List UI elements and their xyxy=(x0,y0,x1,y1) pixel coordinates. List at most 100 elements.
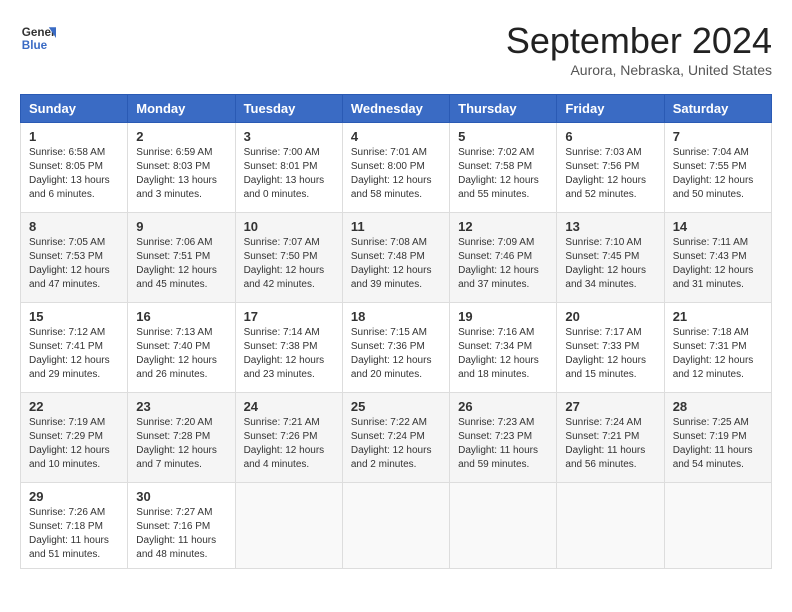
cell-w4-d3: 24 Sunrise: 7:21 AM Sunset: 7:26 PM Dayl… xyxy=(235,393,342,483)
cell-w3-d5: 19 Sunrise: 7:16 AM Sunset: 7:34 PM Dayl… xyxy=(450,303,557,393)
cell-w2-d5: 12 Sunrise: 7:09 AM Sunset: 7:46 PM Dayl… xyxy=(450,213,557,303)
cell-w2-d2: 9 Sunrise: 7:06 AM Sunset: 7:51 PM Dayli… xyxy=(128,213,235,303)
day-info: Sunrise: 7:03 AM Sunset: 7:56 PM Dayligh… xyxy=(565,146,655,202)
day-info: Sunrise: 7:17 AM Sunset: 7:33 PM Dayligh… xyxy=(565,326,655,382)
week-row-5: 29 Sunrise: 7:26 AM Sunset: 7:18 PM Dayl… xyxy=(21,483,772,569)
cell-w2-d6: 13 Sunrise: 7:10 AM Sunset: 7:45 PM Dayl… xyxy=(557,213,664,303)
day-info: Sunrise: 7:07 AM Sunset: 7:50 PM Dayligh… xyxy=(244,236,334,292)
day-info: Sunrise: 7:18 AM Sunset: 7:31 PM Dayligh… xyxy=(673,326,763,382)
header-sunday: Sunday xyxy=(21,95,128,123)
day-info: Sunrise: 7:01 AM Sunset: 8:00 PM Dayligh… xyxy=(351,146,441,202)
title-area: September 2024 Aurora, Nebraska, United … xyxy=(506,20,772,78)
day-info: Sunrise: 7:19 AM Sunset: 7:29 PM Dayligh… xyxy=(29,416,119,472)
header-wednesday: Wednesday xyxy=(342,95,449,123)
cell-w3-d3: 17 Sunrise: 7:14 AM Sunset: 7:38 PM Dayl… xyxy=(235,303,342,393)
cell-w2-d1: 8 Sunrise: 7:05 AM Sunset: 7:53 PM Dayli… xyxy=(21,213,128,303)
header-saturday: Saturday xyxy=(664,95,771,123)
day-number: 3 xyxy=(244,129,334,144)
day-info: Sunrise: 6:59 AM Sunset: 8:03 PM Dayligh… xyxy=(136,146,226,202)
cell-w4-d7: 28 Sunrise: 7:25 AM Sunset: 7:19 PM Dayl… xyxy=(664,393,771,483)
cell-w3-d4: 18 Sunrise: 7:15 AM Sunset: 7:36 PM Dayl… xyxy=(342,303,449,393)
day-info: Sunrise: 7:15 AM Sunset: 7:36 PM Dayligh… xyxy=(351,326,441,382)
day-info: Sunrise: 7:10 AM Sunset: 7:45 PM Dayligh… xyxy=(565,236,655,292)
day-number: 27 xyxy=(565,399,655,414)
week-row-3: 15 Sunrise: 7:12 AM Sunset: 7:41 PM Dayl… xyxy=(21,303,772,393)
cell-w1-d6: 6 Sunrise: 7:03 AM Sunset: 7:56 PM Dayli… xyxy=(557,123,664,213)
day-info: Sunrise: 7:06 AM Sunset: 7:51 PM Dayligh… xyxy=(136,236,226,292)
cell-w5-d5 xyxy=(450,483,557,569)
day-number: 22 xyxy=(29,399,119,414)
day-number: 29 xyxy=(29,489,119,504)
day-number: 10 xyxy=(244,219,334,234)
svg-text:Blue: Blue xyxy=(22,39,48,52)
cell-w5-d3 xyxy=(235,483,342,569)
day-info: Sunrise: 7:14 AM Sunset: 7:38 PM Dayligh… xyxy=(244,326,334,382)
cell-w3-d7: 21 Sunrise: 7:18 AM Sunset: 7:31 PM Dayl… xyxy=(664,303,771,393)
day-info: Sunrise: 7:16 AM Sunset: 7:34 PM Dayligh… xyxy=(458,326,548,382)
cell-w4-d2: 23 Sunrise: 7:20 AM Sunset: 7:28 PM Dayl… xyxy=(128,393,235,483)
day-number: 17 xyxy=(244,309,334,324)
day-info: Sunrise: 7:22 AM Sunset: 7:24 PM Dayligh… xyxy=(351,416,441,472)
day-number: 26 xyxy=(458,399,548,414)
day-number: 21 xyxy=(673,309,763,324)
day-number: 24 xyxy=(244,399,334,414)
day-number: 9 xyxy=(136,219,226,234)
day-info: Sunrise: 7:11 AM Sunset: 7:43 PM Dayligh… xyxy=(673,236,763,292)
logo: General Blue xyxy=(20,20,56,56)
cell-w4-d6: 27 Sunrise: 7:24 AM Sunset: 7:21 PM Dayl… xyxy=(557,393,664,483)
cell-w5-d1: 29 Sunrise: 7:26 AM Sunset: 7:18 PM Dayl… xyxy=(21,483,128,569)
day-number: 13 xyxy=(565,219,655,234)
day-number: 6 xyxy=(565,129,655,144)
cell-w3-d6: 20 Sunrise: 7:17 AM Sunset: 7:33 PM Dayl… xyxy=(557,303,664,393)
day-number: 18 xyxy=(351,309,441,324)
day-number: 1 xyxy=(29,129,119,144)
day-info: Sunrise: 7:27 AM Sunset: 7:16 PM Dayligh… xyxy=(136,506,226,562)
day-info: Sunrise: 6:58 AM Sunset: 8:05 PM Dayligh… xyxy=(29,146,119,202)
day-info: Sunrise: 7:08 AM Sunset: 7:48 PM Dayligh… xyxy=(351,236,441,292)
day-info: Sunrise: 7:02 AM Sunset: 7:58 PM Dayligh… xyxy=(458,146,548,202)
day-info: Sunrise: 7:13 AM Sunset: 7:40 PM Dayligh… xyxy=(136,326,226,382)
cell-w1-d7: 7 Sunrise: 7:04 AM Sunset: 7:55 PM Dayli… xyxy=(664,123,771,213)
cell-w1-d3: 3 Sunrise: 7:00 AM Sunset: 8:01 PM Dayli… xyxy=(235,123,342,213)
cell-w5-d7 xyxy=(664,483,771,569)
cell-w1-d2: 2 Sunrise: 6:59 AM Sunset: 8:03 PM Dayli… xyxy=(128,123,235,213)
day-info: Sunrise: 7:21 AM Sunset: 7:26 PM Dayligh… xyxy=(244,416,334,472)
day-info: Sunrise: 7:26 AM Sunset: 7:18 PM Dayligh… xyxy=(29,506,119,562)
cell-w5-d6 xyxy=(557,483,664,569)
week-row-1: 1 Sunrise: 6:58 AM Sunset: 8:05 PM Dayli… xyxy=(21,123,772,213)
week-row-4: 22 Sunrise: 7:19 AM Sunset: 7:29 PM Dayl… xyxy=(21,393,772,483)
weekday-header-row: Sunday Monday Tuesday Wednesday Thursday… xyxy=(21,95,772,123)
day-number: 4 xyxy=(351,129,441,144)
cell-w5-d4 xyxy=(342,483,449,569)
week-row-2: 8 Sunrise: 7:05 AM Sunset: 7:53 PM Dayli… xyxy=(21,213,772,303)
day-number: 14 xyxy=(673,219,763,234)
cell-w2-d4: 11 Sunrise: 7:08 AM Sunset: 7:48 PM Dayl… xyxy=(342,213,449,303)
header-monday: Monday xyxy=(128,95,235,123)
cell-w2-d3: 10 Sunrise: 7:07 AM Sunset: 7:50 PM Dayl… xyxy=(235,213,342,303)
logo-icon: General Blue xyxy=(20,20,56,56)
cell-w1-d1: 1 Sunrise: 6:58 AM Sunset: 8:05 PM Dayli… xyxy=(21,123,128,213)
day-number: 28 xyxy=(673,399,763,414)
cell-w4-d4: 25 Sunrise: 7:22 AM Sunset: 7:24 PM Dayl… xyxy=(342,393,449,483)
cell-w1-d4: 4 Sunrise: 7:01 AM Sunset: 8:00 PM Dayli… xyxy=(342,123,449,213)
header-thursday: Thursday xyxy=(450,95,557,123)
day-info: Sunrise: 7:09 AM Sunset: 7:46 PM Dayligh… xyxy=(458,236,548,292)
calendar-title: September 2024 xyxy=(506,20,772,62)
day-info: Sunrise: 7:25 AM Sunset: 7:19 PM Dayligh… xyxy=(673,416,763,472)
day-number: 16 xyxy=(136,309,226,324)
header: General Blue September 2024 Aurora, Nebr… xyxy=(20,20,772,78)
cell-w3-d1: 15 Sunrise: 7:12 AM Sunset: 7:41 PM Dayl… xyxy=(21,303,128,393)
day-number: 11 xyxy=(351,219,441,234)
header-tuesday: Tuesday xyxy=(235,95,342,123)
day-number: 23 xyxy=(136,399,226,414)
day-info: Sunrise: 7:00 AM Sunset: 8:01 PM Dayligh… xyxy=(244,146,334,202)
day-info: Sunrise: 7:05 AM Sunset: 7:53 PM Dayligh… xyxy=(29,236,119,292)
day-number: 2 xyxy=(136,129,226,144)
day-info: Sunrise: 7:04 AM Sunset: 7:55 PM Dayligh… xyxy=(673,146,763,202)
day-info: Sunrise: 7:12 AM Sunset: 7:41 PM Dayligh… xyxy=(29,326,119,382)
calendar-subtitle: Aurora, Nebraska, United States xyxy=(506,62,772,78)
day-info: Sunrise: 7:23 AM Sunset: 7:23 PM Dayligh… xyxy=(458,416,548,472)
day-number: 5 xyxy=(458,129,548,144)
cell-w2-d7: 14 Sunrise: 7:11 AM Sunset: 7:43 PM Dayl… xyxy=(664,213,771,303)
day-info: Sunrise: 7:20 AM Sunset: 7:28 PM Dayligh… xyxy=(136,416,226,472)
